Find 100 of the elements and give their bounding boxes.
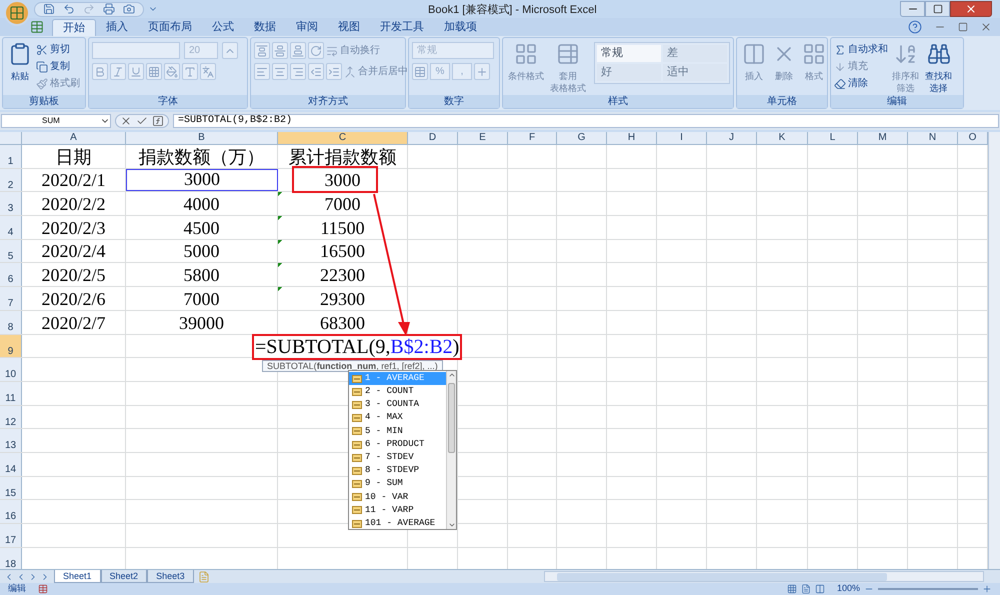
align-center-icon[interactable] (272, 63, 288, 80)
column-header[interactable]: G (557, 132, 607, 144)
autocomplete-item[interactable]: 3 - COUNTA (349, 398, 446, 412)
column-header[interactable]: F (508, 132, 557, 144)
enum-icon (352, 414, 362, 422)
ribbon-tab[interactable]: 开发工具 (370, 19, 434, 36)
vertical-scrollbar[interactable] (988, 132, 1000, 569)
row-header[interactable]: 2 (0, 168, 22, 192)
border-icon[interactable] (146, 63, 162, 80)
fill-color-icon[interactable] (164, 63, 180, 80)
row-header[interactable]: 17 (0, 524, 22, 547)
orientation-icon[interactable] (308, 42, 324, 59)
close-icon (980, 21, 992, 33)
name-box[interactable]: SUM (1, 114, 111, 128)
align-top-icon[interactable] (254, 42, 270, 59)
row-header[interactable]: 6 (0, 263, 22, 286)
column-header[interactable]: D (408, 132, 458, 144)
increase-decimal-icon[interactable] (474, 63, 490, 80)
close-button[interactable] (950, 1, 992, 17)
enum-icon (352, 374, 362, 383)
scrollbar[interactable] (446, 371, 456, 529)
sheet-tab[interactable]: Sheet1 (54, 570, 101, 583)
column-header[interactable]: K (757, 132, 808, 144)
enum-icon (352, 427, 362, 436)
ribbon-button[interactable]: 清除 (834, 76, 888, 91)
ribbon-tab[interactable]: 公式 (202, 19, 244, 36)
restore-button[interactable] (925, 1, 950, 17)
style-swatch[interactable]: 适中 (663, 64, 727, 81)
autocomplete-item[interactable]: 9 - SUM (349, 478, 446, 491)
grow-font-icon[interactable] (222, 42, 238, 59)
ribbon-button[interactable]: 剪切 (36, 42, 80, 57)
horizontal-scrollbar[interactable] (544, 571, 984, 582)
column-header[interactable]: H (607, 132, 657, 144)
row-header[interactable]: 8 (0, 310, 22, 334)
column-header[interactable]: C (278, 132, 408, 144)
column-header[interactable]: M (858, 132, 908, 144)
excel-icon (30, 20, 44, 34)
row-header[interactable]: 9 (0, 334, 22, 358)
autocomplete-item[interactable]: 11 - VARP (349, 504, 446, 518)
style-swatch[interactable]: 好 (597, 64, 661, 81)
column-header[interactable]: A (22, 132, 126, 144)
indent-icon[interactable] (326, 63, 342, 80)
outdent-icon[interactable] (308, 63, 324, 80)
autocomplete-item[interactable]: 2 - COUNT (349, 385, 446, 398)
ribbon-tab[interactable]: 页面布局 (138, 19, 202, 36)
row-header[interactable]: 11 (0, 382, 22, 405)
italic-icon[interactable] (110, 63, 126, 80)
ribbon-tab[interactable]: 加载项 (434, 19, 487, 36)
autocomplete-item[interactable]: 4 - MAX (349, 412, 446, 425)
ribbon-button[interactable]: 查找和 选择 (923, 42, 954, 94)
scroll-down-icon[interactable] (448, 521, 456, 529)
ribbon-button[interactable]: 自动求和 (834, 42, 888, 57)
row-header[interactable]: 18 (0, 548, 22, 569)
row-header[interactable]: 1 (0, 145, 22, 168)
column-header[interactable]: N (908, 132, 958, 144)
office-button[interactable] (4, 0, 30, 26)
font-color-icon[interactable] (182, 63, 198, 80)
table-cell: 日期 (22, 145, 126, 168)
align-bottom-icon[interactable] (290, 42, 306, 59)
row-header[interactable]: 15 (0, 476, 22, 500)
autocomplete-item[interactable]: 101 - AVERAGE (349, 517, 446, 530)
formula-field[interactable]: =SUBTOTAL(9,B$2:B2) (173, 114, 999, 128)
ribbon-tab[interactable]: 数据 (244, 19, 286, 36)
ribbon-tab[interactable]: 开始 (52, 19, 96, 36)
underline-icon[interactable] (128, 63, 144, 80)
font-name-field[interactable] (92, 42, 180, 59)
row-header[interactable]: 10 (0, 358, 22, 381)
row-header[interactable]: 13 (0, 429, 22, 452)
ribbon-tab[interactable]: 视图 (328, 19, 370, 36)
autocomplete-item[interactable]: 10 - VAR (349, 490, 446, 504)
align-right-icon[interactable] (290, 63, 306, 80)
sheet-tab[interactable]: Sheet2 (100, 570, 148, 583)
style-swatch[interactable]: 常规 (597, 45, 661, 62)
align-left-icon[interactable] (254, 63, 270, 80)
autocomplete-item[interactable]: 6 - PRODUCT (349, 438, 446, 452)
ribbon-tab[interactable]: 审阅 (286, 19, 328, 36)
align-middle-icon[interactable] (272, 42, 288, 59)
autocomplete-item[interactable]: 8 - STDEVP (349, 464, 446, 478)
phonetic-icon[interactable] (200, 63, 216, 80)
row-header[interactable]: 7 (0, 287, 22, 310)
ribbon-button[interactable]: 复制 (36, 59, 80, 74)
row-header[interactable]: 12 (0, 406, 22, 428)
style-swatch[interactable]: 差 (663, 45, 727, 62)
ribbon-button[interactable]: 粘贴 (6, 42, 34, 82)
scroll-up-icon[interactable] (448, 371, 456, 379)
row-header[interactable]: 14 (0, 452, 22, 476)
cell-editor[interactable]: =SUBTOTAL(9,B$2:B2) (252, 334, 462, 360)
autocomplete-item[interactable]: 7 - STDEV (349, 451, 446, 464)
row-header[interactable]: 16 (0, 500, 22, 523)
column-header[interactable]: E (458, 132, 508, 144)
column-header[interactable]: L (808, 132, 858, 144)
row-header[interactable]: 5 (0, 240, 22, 262)
column-header[interactable]: I (657, 132, 707, 144)
row-header[interactable]: 3 (0, 192, 22, 216)
ribbon-tab[interactable]: 插入 (96, 19, 138, 36)
sheet-tab[interactable]: Sheet3 (147, 570, 194, 583)
autocomplete-item[interactable]: 5 - MIN (349, 424, 446, 438)
bold-icon[interactable] (92, 63, 108, 80)
row-header[interactable]: 4 (0, 216, 22, 239)
column-header[interactable]: J (707, 132, 757, 144)
